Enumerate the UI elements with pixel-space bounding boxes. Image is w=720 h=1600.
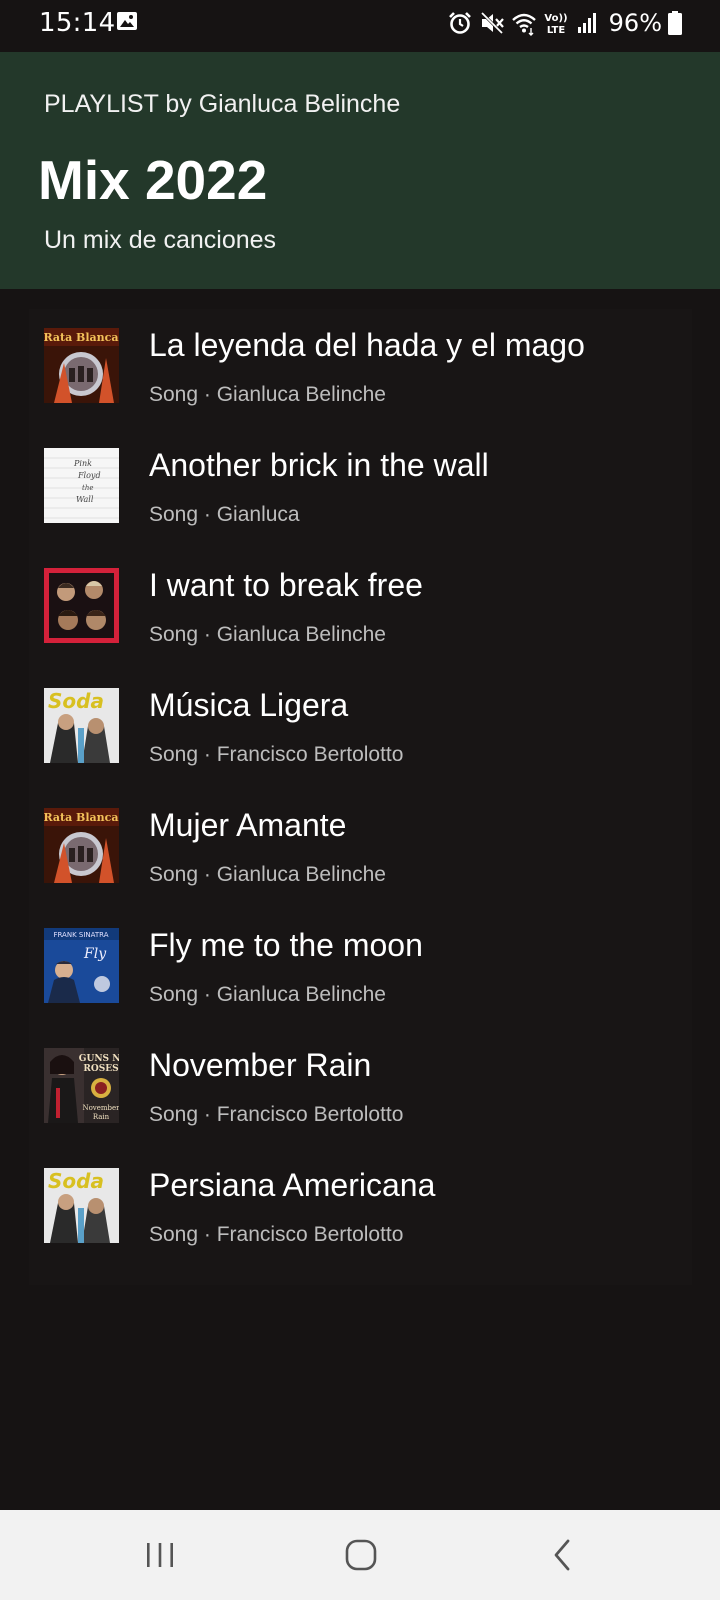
battery-level: 96% bbox=[608, 9, 662, 37]
song-subtitle: Song · Gianluca Belinche bbox=[149, 983, 386, 1006]
song-title: Música Ligera bbox=[149, 687, 349, 723]
album-cover: Soda bbox=[44, 688, 119, 763]
song-list: Rata Blanca La leyenda del hada y el mag… bbox=[29, 309, 692, 1285]
image-icon bbox=[117, 12, 137, 30]
queen-cover-art bbox=[44, 568, 119, 643]
mute-icon bbox=[479, 10, 504, 36]
svg-text:Rata Blanca: Rata Blanca bbox=[44, 811, 119, 824]
svg-text:the: the bbox=[82, 484, 93, 492]
recent-apps-button[interactable] bbox=[137, 1532, 183, 1578]
back-button[interactable] bbox=[540, 1532, 586, 1578]
sinatra-cover-art: FRANK SINATRA Fly bbox=[44, 928, 119, 1003]
svg-text:November: November bbox=[82, 1104, 119, 1112]
album-cover: Rata Blanca bbox=[44, 808, 119, 883]
rata-blanca-cover-art: Rata Blanca bbox=[44, 808, 119, 883]
song-subtitle: Song · Francisco Bertolotto bbox=[149, 1223, 404, 1246]
svg-text:Rata Blanca: Rata Blanca bbox=[44, 331, 119, 344]
svg-text:Vo)): Vo)) bbox=[544, 13, 567, 24]
svg-text:LTE: LTE bbox=[546, 25, 565, 36]
back-icon bbox=[554, 1539, 570, 1571]
song-row[interactable]: GUNS N' ROSES November Rain November Rai… bbox=[29, 1029, 692, 1141]
alarm-icon bbox=[448, 12, 471, 34]
song-title: Mujer Amante bbox=[149, 807, 347, 843]
playlist-owner: PLAYLIST by Gianluca Belinche bbox=[44, 90, 401, 118]
song-row[interactable]: Rata Blanca La leyenda del hada y el mag… bbox=[29, 309, 692, 421]
song-title: I want to break free bbox=[149, 567, 423, 603]
song-title: Another brick in the wall bbox=[149, 447, 489, 483]
song-row[interactable]: Pink Floyd the Wall Another brick in the… bbox=[29, 429, 692, 541]
svg-text:Fly: Fly bbox=[83, 946, 107, 962]
song-row[interactable]: Soda Persiana Americana Song · Francisco… bbox=[29, 1149, 692, 1261]
volte-icon: Vo)) LTE bbox=[544, 13, 567, 36]
battery-icon bbox=[668, 11, 682, 35]
song-title: Persiana Americana bbox=[149, 1167, 436, 1203]
soda-stereo-cover-art: Soda bbox=[44, 1168, 119, 1243]
album-cover bbox=[44, 568, 119, 643]
playlist-description: Un mix de canciones bbox=[44, 226, 277, 254]
song-subtitle: Song · Gianluca Belinche bbox=[149, 623, 386, 646]
album-cover: Soda bbox=[44, 1168, 119, 1243]
pink-floyd-cover-art: Pink Floyd the Wall bbox=[44, 448, 119, 523]
song-row[interactable]: Rata Blanca Mujer Amante Song · Gianluca… bbox=[29, 789, 692, 901]
wifi-icon bbox=[511, 13, 536, 36]
song-subtitle: Song · Gianluca Belinche bbox=[149, 863, 386, 886]
svg-text:FRANK SINATRA: FRANK SINATRA bbox=[53, 931, 108, 939]
status-icons: Vo)) LTE 96% bbox=[447, 6, 682, 40]
svg-text:Soda: Soda bbox=[48, 689, 104, 713]
song-row[interactable]: Soda Música Ligera Song · Francisco Bert… bbox=[29, 669, 692, 781]
playlist-header: PLAYLIST by Gianluca Belinche Mix 2022 U… bbox=[0, 52, 720, 289]
song-subtitle: Song · Francisco Bertolotto bbox=[149, 743, 404, 766]
song-subtitle: Song · Francisco Bertolotto bbox=[149, 1103, 404, 1126]
song-row[interactable]: I want to break free Song · Gianluca Bel… bbox=[29, 549, 692, 661]
svg-text:ROSES: ROSES bbox=[83, 1064, 118, 1074]
album-cover: FRANK SINATRA Fly bbox=[44, 928, 119, 1003]
svg-text:Soda: Soda bbox=[48, 1169, 104, 1193]
song-subtitle: Song · Gianluca bbox=[149, 503, 300, 526]
guns-n-roses-cover-art: GUNS N' ROSES November Rain bbox=[44, 1048, 119, 1123]
status-time: 15:14 bbox=[39, 8, 116, 38]
song-title: Fly me to the moon bbox=[149, 927, 423, 963]
svg-text:Wall: Wall bbox=[76, 495, 94, 504]
home-icon bbox=[345, 1539, 377, 1571]
album-cover: GUNS N' ROSES November Rain bbox=[44, 1048, 119, 1123]
recent-apps-icon bbox=[147, 1543, 173, 1567]
status-bar: 15:14 Vo)) LTE 96% bbox=[0, 0, 720, 52]
playlist-title: Mix 2022 bbox=[38, 149, 268, 211]
svg-text:Rain: Rain bbox=[93, 1113, 110, 1121]
song-title: November Rain bbox=[149, 1047, 372, 1083]
song-subtitle: Song · Gianluca Belinche bbox=[149, 383, 386, 406]
album-cover: Rata Blanca bbox=[44, 328, 119, 403]
soda-stereo-cover-art: Soda bbox=[44, 688, 119, 763]
home-button[interactable] bbox=[338, 1532, 384, 1578]
svg-text:Pink: Pink bbox=[73, 459, 92, 468]
signal-icon bbox=[577, 13, 596, 33]
svg-text:Floyd: Floyd bbox=[77, 471, 101, 480]
navigation-bar bbox=[0, 1510, 720, 1600]
rata-blanca-cover-art: Rata Blanca bbox=[44, 328, 119, 403]
song-row[interactable]: FRANK SINATRA Fly Fly me to the moon Son… bbox=[29, 909, 692, 1021]
album-cover: Pink Floyd the Wall bbox=[44, 448, 119, 523]
svg-text:GUNS N': GUNS N' bbox=[79, 1054, 119, 1064]
song-title: La leyenda del hada y el mago bbox=[149, 327, 585, 363]
